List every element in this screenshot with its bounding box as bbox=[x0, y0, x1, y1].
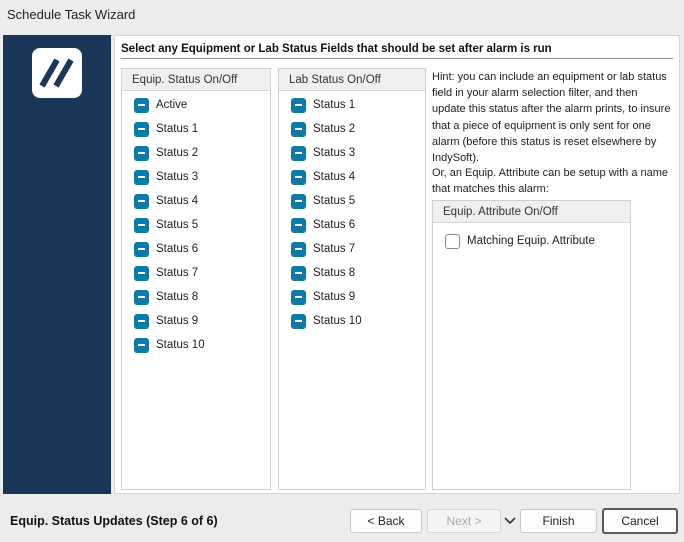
lab-status-label: Status 6 bbox=[313, 219, 356, 231]
equip-status-checkbox[interactable] bbox=[134, 313, 149, 329]
lab-status-checkbox[interactable] bbox=[291, 241, 306, 257]
step-heading: Select any Equipment or Lab Status Field… bbox=[121, 43, 673, 59]
lab-status-checkbox[interactable] bbox=[291, 265, 306, 281]
equip-status-panel: Equip. Status On/Off Active Status 1 Statu… bbox=[121, 68, 271, 490]
app-logo-icon bbox=[32, 48, 82, 98]
matching-attribute-label: Matching Equip. Attribute bbox=[467, 235, 595, 247]
wizard-sidebar bbox=[3, 35, 111, 494]
equip-status-option[interactable]: Active bbox=[134, 95, 187, 115]
lab-status-checkbox[interactable] bbox=[291, 97, 306, 113]
equip-status-option[interactable]: Status 9 bbox=[134, 311, 198, 331]
equip-status-checkbox[interactable] bbox=[134, 121, 149, 137]
equip-status-label: Status 7 bbox=[156, 267, 199, 279]
lab-status-option[interactable]: Status 1 bbox=[291, 95, 355, 115]
equip-status-header: Equip. Status On/Off bbox=[122, 69, 270, 91]
lab-status-checkbox[interactable] bbox=[291, 193, 306, 209]
equip-status-label: Status 10 bbox=[156, 339, 205, 351]
lab-status-option[interactable]: Status 7 bbox=[291, 239, 355, 259]
attribute-hint-text: Or, an Equip. Attribute can be setup wit… bbox=[432, 167, 669, 196]
lab-status-option[interactable]: Status 10 bbox=[291, 311, 362, 331]
equip-status-checkbox[interactable] bbox=[134, 193, 149, 209]
lab-status-checkbox[interactable] bbox=[291, 289, 306, 305]
equip-status-checkbox[interactable] bbox=[134, 97, 149, 113]
hint-text: Hint: you can include an equipment or la… bbox=[432, 71, 671, 165]
equip-status-label: Status 5 bbox=[156, 219, 199, 231]
lab-status-label: Status 5 bbox=[313, 195, 356, 207]
equip-status-option[interactable]: Status 4 bbox=[134, 191, 198, 211]
lab-status-header: Lab Status On/Off bbox=[279, 69, 425, 91]
equip-attribute-panel: Equip. Attribute On/Off Matching Equip. … bbox=[432, 200, 631, 490]
lab-status-checkbox[interactable] bbox=[291, 217, 306, 233]
equip-status-checkbox[interactable] bbox=[134, 241, 149, 257]
lab-status-label: Status 3 bbox=[313, 147, 356, 159]
equip-status-checkbox[interactable] bbox=[134, 337, 149, 353]
lab-status-panel: Lab Status On/Off Status 1 Status 2 Status… bbox=[278, 68, 426, 490]
lab-status-option[interactable]: Status 5 bbox=[291, 191, 355, 211]
equip-status-option[interactable]: Status 6 bbox=[134, 239, 198, 259]
lab-status-option[interactable]: Status 6 bbox=[291, 215, 355, 235]
matching-attribute-option[interactable]: Matching Equip. Attribute bbox=[445, 231, 595, 251]
lab-status-label: Status 8 bbox=[313, 267, 356, 279]
equip-status-option[interactable]: Status 7 bbox=[134, 263, 198, 283]
equip-status-label: Active bbox=[156, 99, 188, 111]
lab-status-label: Status 9 bbox=[313, 291, 356, 303]
equip-status-label: Status 8 bbox=[156, 291, 199, 303]
equip-attribute-header: Equip. Attribute On/Off bbox=[433, 201, 630, 223]
equip-status-label: Status 2 bbox=[156, 147, 199, 159]
cancel-button[interactable]: Cancel bbox=[602, 508, 678, 534]
equip-status-label: Status 6 bbox=[156, 243, 199, 255]
next-button[interactable]: Next > bbox=[427, 509, 501, 533]
lab-status-label: Status 2 bbox=[313, 123, 356, 135]
lab-status-checkbox[interactable] bbox=[291, 169, 306, 185]
step-title: Equip. Status Updates (Step 6 of 6) bbox=[10, 514, 218, 528]
lab-status-checkbox[interactable] bbox=[291, 121, 306, 137]
equip-status-option[interactable]: Status 2 bbox=[134, 143, 198, 163]
equip-status-option[interactable]: Status 5 bbox=[134, 215, 198, 235]
back-button[interactable]: < Back bbox=[350, 509, 422, 533]
chevron-down-icon[interactable] bbox=[503, 515, 517, 527]
equip-status-option[interactable]: Status 10 bbox=[134, 335, 205, 355]
window-title: Schedule Task Wizard bbox=[0, 0, 684, 30]
equip-status-option[interactable]: Status 1 bbox=[134, 119, 198, 139]
lab-status-option[interactable]: Status 9 bbox=[291, 287, 355, 307]
lab-status-label: Status 10 bbox=[313, 315, 362, 327]
finish-button[interactable]: Finish bbox=[520, 509, 597, 533]
equip-status-checkbox[interactable] bbox=[134, 265, 149, 281]
lab-status-option[interactable]: Status 8 bbox=[291, 263, 355, 283]
equip-status-option[interactable]: Status 3 bbox=[134, 167, 198, 187]
wizard-content: Select any Equipment or Lab Status Field… bbox=[114, 35, 680, 494]
equip-status-option[interactable]: Status 8 bbox=[134, 287, 198, 307]
lab-status-label: Status 4 bbox=[313, 171, 356, 183]
equip-status-label: Status 9 bbox=[156, 315, 199, 327]
lab-status-option[interactable]: Status 3 bbox=[291, 143, 355, 163]
equip-status-label: Status 1 bbox=[156, 123, 199, 135]
lab-status-label: Status 7 bbox=[313, 243, 356, 255]
lab-status-option[interactable]: Status 2 bbox=[291, 119, 355, 139]
equip-status-label: Status 4 bbox=[156, 195, 199, 207]
lab-status-checkbox[interactable] bbox=[291, 313, 306, 329]
matching-attribute-checkbox[interactable] bbox=[445, 233, 460, 249]
equip-status-label: Status 3 bbox=[156, 171, 199, 183]
equip-status-checkbox[interactable] bbox=[134, 169, 149, 185]
lab-status-checkbox[interactable] bbox=[291, 145, 306, 161]
equip-status-checkbox[interactable] bbox=[134, 289, 149, 305]
lab-status-option[interactable]: Status 4 bbox=[291, 167, 355, 187]
equip-status-checkbox[interactable] bbox=[134, 145, 149, 161]
equip-status-checkbox[interactable] bbox=[134, 217, 149, 233]
lab-status-label: Status 1 bbox=[313, 99, 356, 111]
